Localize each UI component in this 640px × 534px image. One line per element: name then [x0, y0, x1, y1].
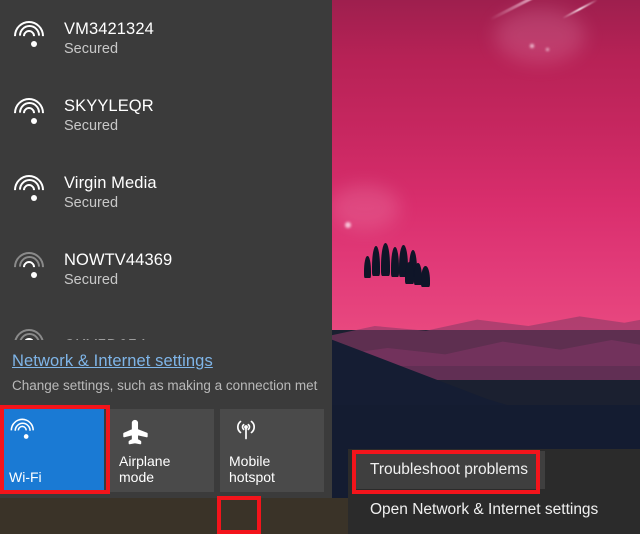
network-status: Secured [64, 271, 119, 288]
network-name: SKYYLEQR [64, 96, 154, 115]
network-list-item[interactable]: Virgin Media Secured [0, 154, 332, 231]
wifi-icon [7, 91, 56, 136]
hotspot-icon [229, 417, 316, 447]
tree-icon [364, 256, 371, 278]
quick-action-wifi[interactable]: Wi-Fi [0, 409, 104, 492]
quick-action-label: Mobile hotspot [229, 453, 275, 485]
network-list-item[interactable]: SKYYLEQR Secured [0, 77, 332, 154]
network-status: Secured [64, 194, 119, 211]
network-status: Secured [64, 40, 119, 57]
network-list-item[interactable]: VM3421324 Secured [0, 0, 332, 77]
quick-action-airplane-mode[interactable]: Airplane mode [110, 409, 214, 492]
star-icon [530, 44, 534, 48]
network-name: VM3421324 [64, 19, 154, 38]
network-name: SKY5D054 [64, 336, 146, 340]
quick-action-mobile-hotspot[interactable]: Mobile hotspot [220, 409, 324, 492]
wifi-icon [7, 322, 56, 340]
tree-icon [421, 266, 430, 287]
context-menu-item-open-network-settings[interactable]: Open Network & Internet settings [348, 489, 640, 531]
network-name: Virgin Media [64, 173, 157, 192]
network-list-item[interactable]: SKY5D054 [0, 308, 332, 340]
quick-action-label: Wi-Fi [9, 469, 42, 485]
network-name: NOWTV44369 [64, 250, 173, 269]
screen: VM3421324 Secured SKYYLEQR Secured Virgi… [0, 0, 640, 534]
network-list[interactable]: VM3421324 Secured SKYYLEQR Secured Virgi… [0, 0, 332, 340]
network-internet-settings-link[interactable]: Network & Internet settings [12, 352, 213, 371]
network-list-item[interactable]: NOWTV44369 Secured [0, 231, 332, 308]
star-icon [345, 222, 351, 228]
network-status: Secured [64, 117, 119, 134]
airplane-icon [119, 417, 206, 447]
wifi-icon [5, 413, 96, 447]
wifi-icon [7, 245, 56, 290]
tree-icon [405, 262, 414, 284]
context-menu-item-troubleshoot-problems[interactable]: Troubleshoot problems [353, 451, 545, 489]
sky-glow-2 [330, 185, 400, 230]
quick-actions-row: Wi-Fi Airplane mode Mobile hotspot [0, 409, 332, 492]
wifi-icon [7, 168, 56, 213]
sky-glow [495, 8, 585, 63]
wifi-context-menu: Troubleshoot problems Open Network & Int… [348, 449, 640, 534]
wifi-flyout-panel: VM3421324 Secured SKYYLEQR Secured Virgi… [0, 0, 332, 498]
wifi-icon [7, 14, 56, 59]
network-settings-description: Change settings, such as making a connec… [12, 378, 318, 393]
quick-action-label: Airplane mode [119, 453, 171, 485]
star-icon [546, 48, 549, 51]
